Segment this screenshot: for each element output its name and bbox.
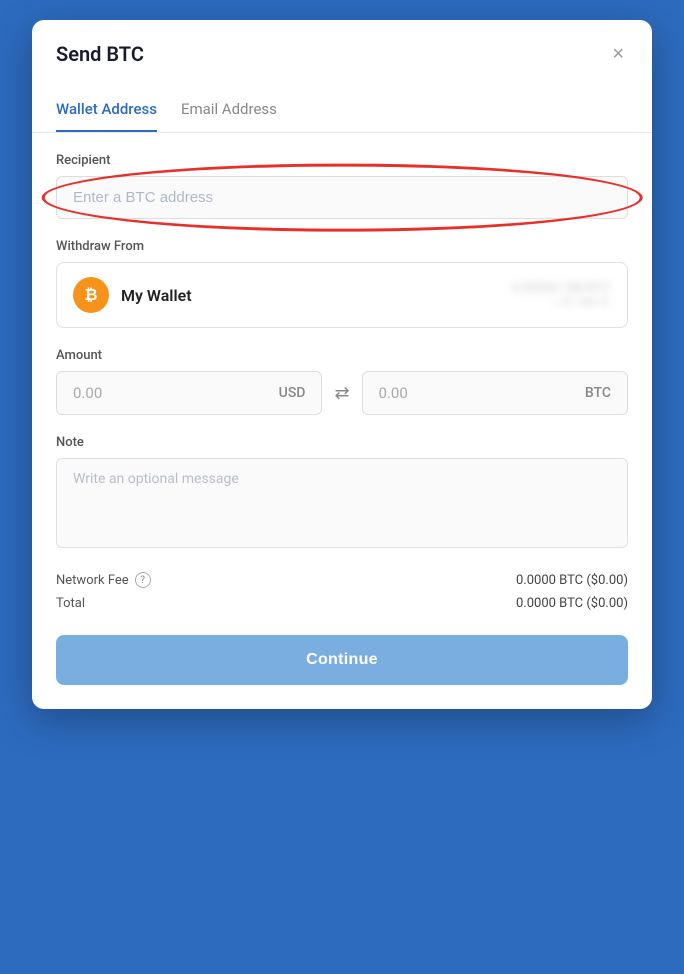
btc-amount-box[interactable]: 0.00 BTC bbox=[362, 371, 628, 415]
total-value: 0.0000 BTC ($0.00) bbox=[516, 596, 628, 611]
note-section: Note bbox=[56, 435, 628, 552]
usd-value: 0.00 bbox=[73, 384, 102, 402]
modal-overlay: Send BTC × Wallet Address Email Address … bbox=[0, 10, 684, 974]
amount-section: Amount 0.00 USD ⇄ 0.00 BTC bbox=[56, 348, 628, 415]
note-textarea[interactable] bbox=[56, 458, 628, 548]
network-fee-value: 0.0000 BTC ($0.00) bbox=[516, 573, 628, 588]
close-button[interactable]: × bbox=[608, 40, 628, 68]
btc-currency: BTC bbox=[585, 385, 611, 401]
withdraw-section: Withdraw From ₿ My Wallet 0.00044 188 BT… bbox=[56, 239, 628, 328]
balance-usd: ≈ $1 244.31 bbox=[511, 296, 611, 309]
amount-label: Amount bbox=[56, 348, 628, 363]
total-label: Total bbox=[56, 596, 85, 611]
continue-button[interactable]: Continue bbox=[56, 635, 628, 685]
recipient-input-wrapper bbox=[56, 176, 628, 219]
tabs-container: Wallet Address Email Address bbox=[32, 76, 652, 133]
tab-wallet-address[interactable]: Wallet Address bbox=[56, 92, 157, 132]
wallet-balance: 0.00044 188 BTC ≈ $1 244.31 bbox=[511, 281, 611, 309]
send-btc-modal: Send BTC × Wallet Address Email Address … bbox=[32, 20, 652, 709]
recipient-label: Recipient bbox=[56, 153, 628, 168]
network-fee-row: Network Fee ? 0.0000 BTC ($0.00) bbox=[56, 572, 628, 588]
network-fee-label: Network Fee ? bbox=[56, 572, 151, 588]
usd-amount-box[interactable]: 0.00 USD bbox=[56, 371, 322, 415]
modal-title: Send BTC bbox=[56, 42, 144, 66]
wallet-name: My Wallet bbox=[121, 286, 192, 305]
wallet-left: ₿ My Wallet bbox=[73, 277, 192, 313]
tab-email-address[interactable]: Email Address bbox=[181, 92, 277, 132]
swap-icon[interactable]: ⇄ bbox=[334, 383, 349, 404]
modal-body: Recipient Withdraw From ₿ My Wallet 0.00… bbox=[32, 133, 652, 709]
btc-icon: ₿ bbox=[73, 277, 109, 313]
amount-row: 0.00 USD ⇄ 0.00 BTC bbox=[56, 371, 628, 415]
btc-value: 0.00 bbox=[379, 384, 408, 402]
note-label: Note bbox=[56, 435, 628, 450]
recipient-input[interactable] bbox=[56, 176, 628, 219]
recipient-section: Recipient bbox=[56, 153, 628, 219]
wallet-box[interactable]: ₿ My Wallet 0.00044 188 BTC ≈ $1 244.31 bbox=[56, 262, 628, 328]
total-row: Total 0.0000 BTC ($0.00) bbox=[56, 596, 628, 611]
fee-section: Network Fee ? 0.0000 BTC ($0.00) Total 0… bbox=[56, 572, 628, 611]
balance-btc: 0.00044 188 BTC bbox=[511, 281, 611, 296]
withdraw-label: Withdraw From bbox=[56, 239, 628, 254]
usd-currency: USD bbox=[279, 385, 306, 401]
fee-help-icon[interactable]: ? bbox=[135, 572, 151, 588]
modal-header: Send BTC × bbox=[32, 20, 652, 68]
